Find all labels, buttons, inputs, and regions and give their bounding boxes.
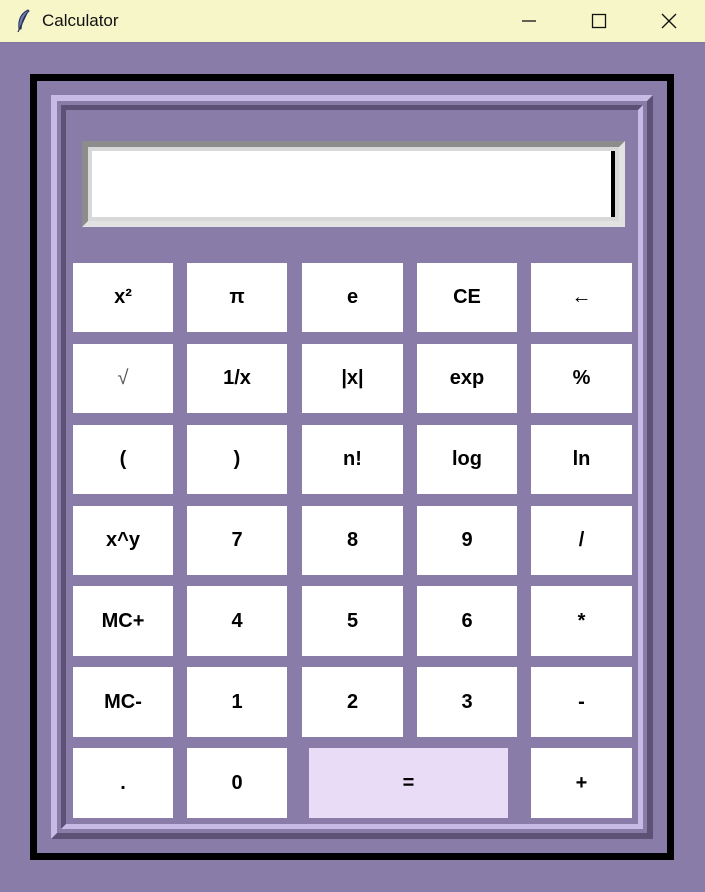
factorial-button[interactable]: n! [302,425,403,494]
seven-button[interactable]: 7 [187,506,287,575]
sqrt-label: √ [117,367,129,389]
sqrt-button[interactable]: √ [73,344,173,413]
close-icon [661,13,677,29]
two-button[interactable]: 2 [302,667,403,737]
multiply-button[interactable]: * [531,586,632,656]
feather-icon [14,9,34,33]
display-frame [82,141,625,227]
eight-button[interactable]: 8 [302,506,403,575]
backspace-button[interactable]: ← [531,263,632,332]
minus-button[interactable]: - [531,667,632,737]
power-button[interactable]: x^y [73,506,173,575]
minimize-icon [522,20,536,22]
window-title: Calculator [42,11,119,30]
ln-button[interactable]: ln [531,425,632,494]
percent-button[interactable]: % [531,344,632,413]
square-button[interactable]: x² [73,263,173,332]
five-button[interactable]: 5 [302,586,403,656]
mc-minus-button[interactable]: MC- [73,667,173,737]
zero-button[interactable]: 0 [187,748,287,818]
exp-button[interactable]: exp [417,344,517,413]
clear-entry-button[interactable]: CE [417,263,517,332]
display-entry[interactable] [92,151,615,217]
title-bar: Calculator [0,0,705,43]
mc-plus-button[interactable]: MC+ [73,586,173,656]
e-button[interactable]: e [302,263,403,332]
maximize-icon [591,13,607,29]
minimize-button[interactable] [494,0,564,42]
close-button[interactable] [634,0,704,42]
divide-button[interactable]: / [531,506,632,575]
maximize-button[interactable] [564,0,634,42]
six-button[interactable]: 6 [417,586,517,656]
one-button[interactable]: 1 [187,667,287,737]
open-paren-button[interactable]: ( [73,425,173,494]
dot-button[interactable]: . [73,748,173,818]
three-button[interactable]: 3 [417,667,517,737]
abs-button[interactable]: |x| [302,344,403,413]
four-button[interactable]: 4 [187,586,287,656]
log-button[interactable]: log [417,425,517,494]
plus-button[interactable]: + [531,748,632,818]
pi-button[interactable]: π [187,263,287,332]
nine-button[interactable]: 9 [417,506,517,575]
equals-button[interactable]: = [309,748,508,818]
close-paren-button[interactable]: ) [187,425,287,494]
reciprocal-button[interactable]: 1/x [187,344,287,413]
